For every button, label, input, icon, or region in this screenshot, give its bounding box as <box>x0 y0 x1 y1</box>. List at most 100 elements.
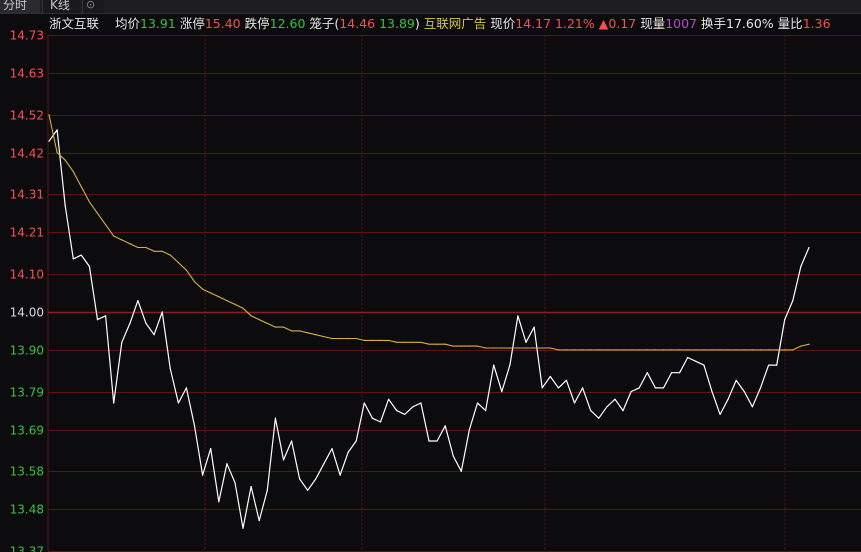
price-line-point <box>452 455 454 457</box>
price-line-point <box>468 429 470 431</box>
intraday-chart[interactable]: 14.73 14.63 14.52 14.42 14.31 14.21 14.10 14.00… <box>0 0 861 552</box>
price-line-point <box>460 470 462 472</box>
avg-price-line-point <box>695 349 697 351</box>
avg-price-line-point <box>719 349 721 351</box>
price-line-point <box>719 413 721 415</box>
avg-price-line-point <box>226 300 228 302</box>
avg-price-line-point <box>468 345 470 347</box>
avg-price-line-point <box>371 339 373 341</box>
avg-price-line-point <box>234 303 236 305</box>
price-line-point <box>80 254 82 256</box>
avg-price-line-point <box>549 347 551 349</box>
avg-price-line-point <box>485 347 487 349</box>
avg-price-line-point <box>48 114 50 116</box>
price-line-point <box>177 402 179 404</box>
price-line-point <box>210 448 212 450</box>
avg-price-line-point <box>210 292 212 294</box>
price-line-point <box>113 402 115 404</box>
avg-price-line-point <box>315 334 317 336</box>
price-line-point <box>363 402 365 404</box>
price-line-point <box>573 402 576 404</box>
price-line-point <box>202 474 204 476</box>
price-line-point <box>242 527 244 529</box>
price-line-point <box>792 300 794 302</box>
price-line-point <box>671 372 673 374</box>
price-line-point <box>420 402 422 404</box>
price-line-point <box>493 364 495 366</box>
avg-price-line-point <box>452 345 454 347</box>
price-line-point <box>525 341 527 343</box>
y-tick-label: 13.48 <box>10 503 44 517</box>
price-line-point <box>727 398 729 400</box>
price-line-point <box>379 421 382 423</box>
avg-price-line-point <box>96 212 99 214</box>
price-line-point <box>711 391 713 393</box>
price-line-point <box>153 334 155 336</box>
avg-price-line-point <box>646 349 648 351</box>
avg-price-line-point <box>573 349 576 351</box>
avg-price-line-point <box>735 349 737 351</box>
price-line-point <box>436 440 438 442</box>
price-line-point <box>404 413 406 415</box>
price-line-point <box>396 410 398 412</box>
avg-price-line-point <box>517 347 519 349</box>
avg-price-line-point <box>808 343 810 345</box>
price-line-point <box>121 341 123 343</box>
price-line-point <box>549 375 551 378</box>
y-tick-label: 14.42 <box>10 147 44 161</box>
price-line <box>48 129 810 529</box>
price-line-point <box>371 417 373 419</box>
price-line-point <box>485 410 487 412</box>
price-line-point <box>96 319 99 321</box>
avg-price-line-point <box>565 349 568 351</box>
avg-price-line-point <box>460 345 462 347</box>
price-line-point <box>784 319 786 321</box>
avg-price-line-point <box>161 250 163 252</box>
price-line-point <box>517 315 519 317</box>
avg-price-line-point <box>185 269 187 271</box>
avg-price-line-point <box>582 349 584 351</box>
avg-price-line-point <box>662 349 665 351</box>
price-line-point <box>56 129 58 131</box>
avg-price-line-point <box>436 343 438 345</box>
avg-price-line-point <box>355 337 357 340</box>
price-line-point <box>444 425 446 427</box>
avg-price-line-point <box>800 345 802 347</box>
avg-price-line-point <box>493 347 495 349</box>
price-line-point <box>735 379 737 381</box>
price-line-point <box>137 300 139 302</box>
price-line-point <box>307 489 309 491</box>
avg-price-line-point <box>137 246 139 249</box>
price-line-point <box>646 372 648 374</box>
price-line-point <box>800 265 802 267</box>
price-line-point <box>606 406 608 408</box>
price-line-point <box>541 387 543 389</box>
avg-price-line-point <box>379 339 382 341</box>
avg-price-line-point <box>727 349 729 351</box>
avg-price-line-point <box>428 343 430 345</box>
y-tick-label: 13.37 <box>10 545 44 552</box>
avg-price-line-point <box>509 347 511 349</box>
price-line-point <box>557 387 560 389</box>
price-line-point <box>638 387 640 389</box>
avg-price-line-point <box>525 347 527 349</box>
avg-price-line-point <box>622 349 624 351</box>
avg-price-line-point <box>323 336 325 338</box>
price-line-point <box>476 402 479 404</box>
price-line-point <box>161 311 163 313</box>
price-line-point <box>266 489 268 491</box>
price-line-point <box>48 140 50 142</box>
avg-price-line-point <box>630 349 632 351</box>
avg-price-line-point <box>792 349 794 351</box>
price-line-point <box>315 478 317 480</box>
price-line-point <box>282 459 285 461</box>
avg-price-line-point <box>501 347 503 349</box>
avg-price-line-point <box>759 349 762 351</box>
price-line-point <box>630 391 632 393</box>
avg-price-line-point <box>145 246 147 249</box>
avg-price-line-point <box>169 254 171 256</box>
avg-price-line-point <box>743 349 745 351</box>
price-line-point <box>105 315 107 317</box>
price-line-point <box>654 387 657 389</box>
avg-price-line-point <box>347 337 349 340</box>
